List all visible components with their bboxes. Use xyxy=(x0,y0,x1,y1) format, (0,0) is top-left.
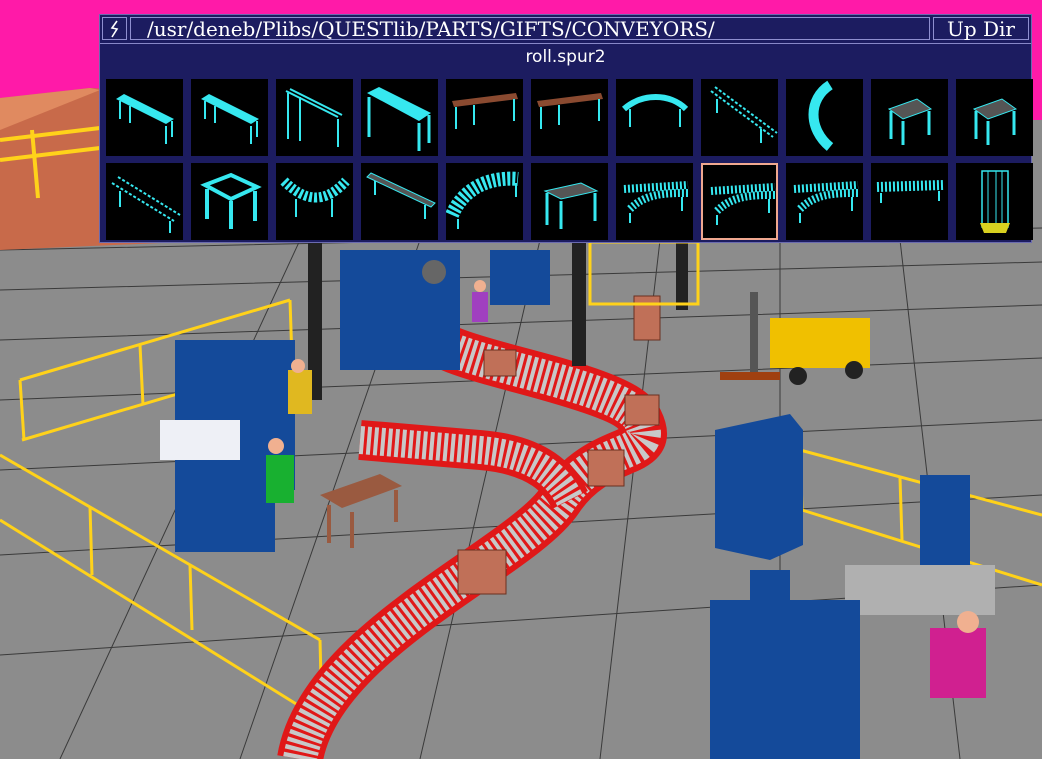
long-belt-conveyor-icon[interactable] xyxy=(361,163,438,240)
curved-roller-conveyor-icon[interactable] xyxy=(276,163,353,240)
roller-spur-icon[interactable] xyxy=(616,163,693,240)
up-dir-button[interactable]: Up Dir xyxy=(933,17,1029,41)
path-bar: /usr/deneb/Plibs/QUESTlib/PARTS/GIFTS/CO… xyxy=(100,15,1031,44)
cage-lift-icon[interactable] xyxy=(956,163,1033,240)
long-roller-conveyor-icon[interactable] xyxy=(701,79,778,156)
selected-part-name: roll.spur2 xyxy=(525,47,606,67)
wide-curved-roller-icon[interactable] xyxy=(446,163,523,240)
straight-roller-icon[interactable] xyxy=(871,163,948,240)
short-roller-section-icon[interactable] xyxy=(956,79,1033,156)
straight-belt-conveyor-icon[interactable] xyxy=(191,79,268,156)
part-library-browser: /usr/deneb/Plibs/QUESTlib/PARTS/GIFTS/CO… xyxy=(99,14,1033,243)
wood-top-conveyor-icon[interactable] xyxy=(531,79,608,156)
directory-path-field[interactable]: /usr/deneb/Plibs/QUESTlib/PARTS/GIFTS/CO… xyxy=(130,17,930,40)
wood-top-conveyor-icon[interactable] xyxy=(446,79,523,156)
roller-stand-icon[interactable] xyxy=(531,163,608,240)
roller-spur-icon[interactable] xyxy=(701,163,778,240)
flat-belt-table-icon[interactable] xyxy=(361,79,438,156)
lightning-icon[interactable] xyxy=(102,17,127,40)
curved-chute-icon[interactable] xyxy=(786,79,863,156)
roller-spur-icon[interactable] xyxy=(786,163,863,240)
roller-conveyor-icon[interactable] xyxy=(106,163,183,240)
short-roller-section-icon[interactable] xyxy=(871,79,948,156)
roller-conveyor-tall-icon[interactable] xyxy=(276,79,353,156)
electrical-cabinet xyxy=(715,414,803,560)
curved-conveyor-icon[interactable] xyxy=(616,79,693,156)
transfer-table-icon[interactable] xyxy=(191,163,268,240)
straight-belt-conveyor-icon[interactable] xyxy=(106,79,183,156)
